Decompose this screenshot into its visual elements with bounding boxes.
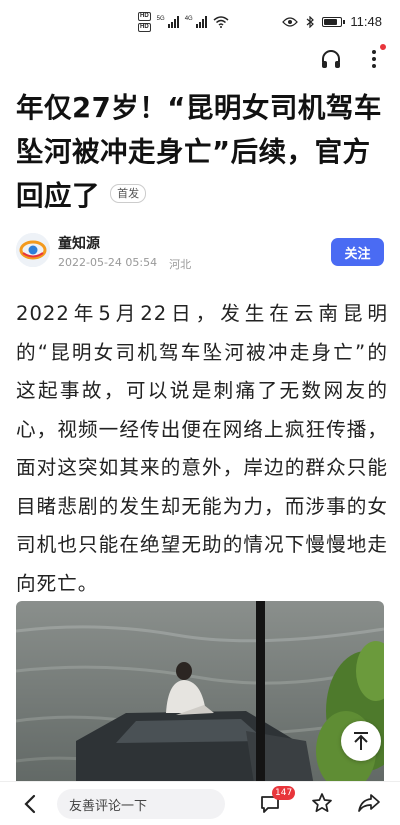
share-icon[interactable] (357, 792, 381, 814)
hd-badge: HD (138, 12, 151, 21)
first-published-badge: 首发 (110, 183, 147, 203)
article-page: HD HD 5G 4G 11:48 年仅27岁！“昆明女司机驾车坠河被冲走身亡”… (0, 0, 400, 825)
video-thumbnail[interactable] (16, 601, 384, 797)
author-meta: 2022-05-24 05:54 河北 (58, 256, 191, 272)
eye-icon (282, 16, 299, 27)
article-body: 2022年5月22日，发生在云南昆明的“昆明女司机驾车坠河被冲走身亡”的这起事故… (16, 302, 388, 595)
bluetooth-icon (307, 15, 315, 28)
battery-level (324, 18, 338, 25)
author-name[interactable]: 童知源 (58, 233, 100, 253)
network-type-label: 4G (184, 16, 193, 22)
hd-badge: HD (138, 23, 151, 32)
comment-input[interactable]: 友善评论一下 (57, 789, 225, 819)
comment-placeholder: 友善评论一下 (69, 798, 148, 814)
publish-location: 河北 (169, 258, 192, 271)
follow-button[interactable]: 关注 (331, 238, 384, 266)
arrow-up-icon (354, 732, 368, 750)
clock: 11:48 (350, 14, 382, 29)
wifi-icon (213, 16, 229, 28)
headphone-icon[interactable] (320, 48, 342, 70)
more-icon[interactable] (366, 46, 382, 72)
system-indicators: 11:48 (282, 14, 382, 29)
comment-count-badge: 147 (272, 786, 296, 800)
bottom-bar: 友善评论一下 147 (0, 781, 400, 825)
river-scene-image (16, 601, 384, 797)
network-type-label: 5G (156, 16, 165, 22)
avatar[interactable] (16, 233, 50, 267)
article-title: 年仅27岁！“昆明女司机驾车坠河被冲走身亡”后续，官方回应了 首发 (16, 86, 388, 218)
article-title-text: 年仅27岁！“昆明女司机驾车坠河被冲走身亡”后续，官方回应了 (16, 92, 382, 212)
publish-time: 2022-05-24 05:54 (58, 256, 158, 269)
signal-icon (167, 16, 179, 28)
battery-icon (322, 16, 346, 27)
status-bar: HD HD 5G 4G 11:48 (0, 0, 400, 46)
scroll-to-top-button[interactable] (341, 721, 381, 761)
signal-icon (195, 16, 207, 28)
back-icon[interactable] (20, 793, 42, 815)
star-icon[interactable] (311, 792, 333, 814)
signal-indicators: HD HD 5G 4G (138, 12, 229, 32)
author-logo-icon (16, 233, 50, 267)
notification-dot (380, 44, 386, 50)
